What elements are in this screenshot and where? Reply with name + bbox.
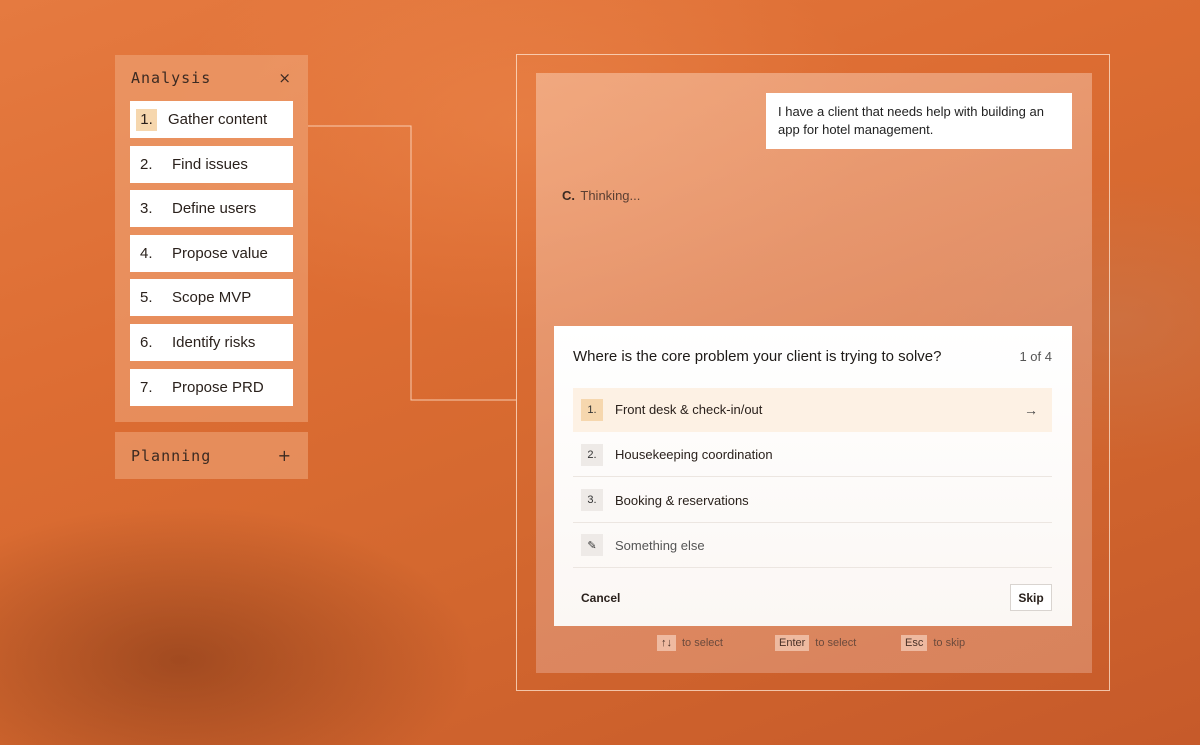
step-label: Scope MVP xyxy=(172,289,252,307)
question-card: Where is the core problem your client is… xyxy=(554,326,1072,626)
pencil-icon: ✎ xyxy=(581,534,603,557)
hint-text: to select xyxy=(682,637,723,649)
hint-text: to select xyxy=(815,637,857,649)
option-number: 3. xyxy=(581,489,603,512)
step-list: 1. Gather content 2. Find issues 3. Defi… xyxy=(115,101,308,406)
step-number: 6. xyxy=(140,333,153,351)
cancel-button[interactable]: Cancel xyxy=(581,591,620,605)
thinking-text: Thinking... xyxy=(580,188,641,203)
step-propose-prd[interactable]: 7. Propose PRD xyxy=(130,368,293,406)
option-housekeeping[interactable]: 2. Housekeeping coordination xyxy=(573,433,1052,478)
option-something-else[interactable]: ✎ Something else xyxy=(573,524,1052,568)
step-label: Define users xyxy=(172,200,257,218)
close-icon[interactable]: × xyxy=(278,69,292,87)
option-number: 2. xyxy=(581,443,603,466)
option-label: Housekeeping coordination xyxy=(615,447,773,463)
option-list: 1. Front desk & check-in/out → 2. Housek… xyxy=(573,388,1052,569)
hint-navigate: ↑↓ to select xyxy=(657,635,723,651)
step-number: 1. xyxy=(136,108,157,131)
analysis-title: Analysis xyxy=(131,69,212,87)
question-counter: 1 of 4 xyxy=(1019,349,1052,364)
thinking-indicator: C. Thinking... xyxy=(562,188,640,203)
user-message: I have a client that needs help with bui… xyxy=(766,93,1072,149)
hint-text: to skip xyxy=(933,637,966,649)
option-front-desk[interactable]: 1. Front desk & check-in/out → xyxy=(573,388,1052,432)
option-label: Front desk & check-in/out xyxy=(615,402,763,417)
analysis-header: Analysis × xyxy=(115,55,308,101)
step-number: 4. xyxy=(140,244,153,262)
option-booking[interactable]: 3. Booking & reservations xyxy=(573,479,1052,523)
step-identify-risks[interactable]: 6. Identify risks xyxy=(130,323,293,361)
step-gather-content[interactable]: 1. Gather content xyxy=(130,101,293,138)
planning-panel[interactable]: Planning + xyxy=(115,432,308,479)
esc-key: Esc xyxy=(901,635,928,651)
step-label: Gather content xyxy=(168,111,268,128)
hint-enter: Enter to select xyxy=(775,635,856,651)
step-label: Propose value xyxy=(172,244,268,262)
step-number: 7. xyxy=(140,378,153,396)
option-label: Something else xyxy=(615,537,705,553)
analysis-panel: Analysis × 1. Gather content 2. Find iss… xyxy=(115,55,308,422)
step-number: 5. xyxy=(140,289,153,307)
step-number: 2. xyxy=(140,155,153,173)
enter-key: Enter xyxy=(775,635,810,651)
question-header: Where is the core problem your client is… xyxy=(573,348,1052,365)
arrow-keys-icon: ↑↓ xyxy=(657,635,676,651)
step-find-issues[interactable]: 2. Find issues xyxy=(130,145,293,183)
step-define-users[interactable]: 3. Define users xyxy=(130,190,293,228)
option-number: 1. xyxy=(581,398,603,421)
step-label: Find issues xyxy=(172,155,248,173)
skip-button[interactable]: Skip xyxy=(1010,584,1052,611)
step-scope-mvp[interactable]: 5. Scope MVP xyxy=(130,279,293,317)
assistant-logo-icon: C. xyxy=(562,188,575,203)
step-number: 3. xyxy=(140,200,153,218)
option-label: Booking & reservations xyxy=(615,492,749,508)
question-title: Where is the core problem your client is… xyxy=(573,348,942,365)
planning-title: Planning xyxy=(131,446,212,465)
step-label: Identify risks xyxy=(172,333,256,351)
step-propose-value[interactable]: 4. Propose value xyxy=(130,234,293,272)
hint-escape: Esc to skip xyxy=(901,635,965,651)
plus-icon[interactable]: + xyxy=(278,446,292,465)
step-label: Propose PRD xyxy=(172,378,264,396)
arrow-right-icon: → xyxy=(1024,401,1038,418)
